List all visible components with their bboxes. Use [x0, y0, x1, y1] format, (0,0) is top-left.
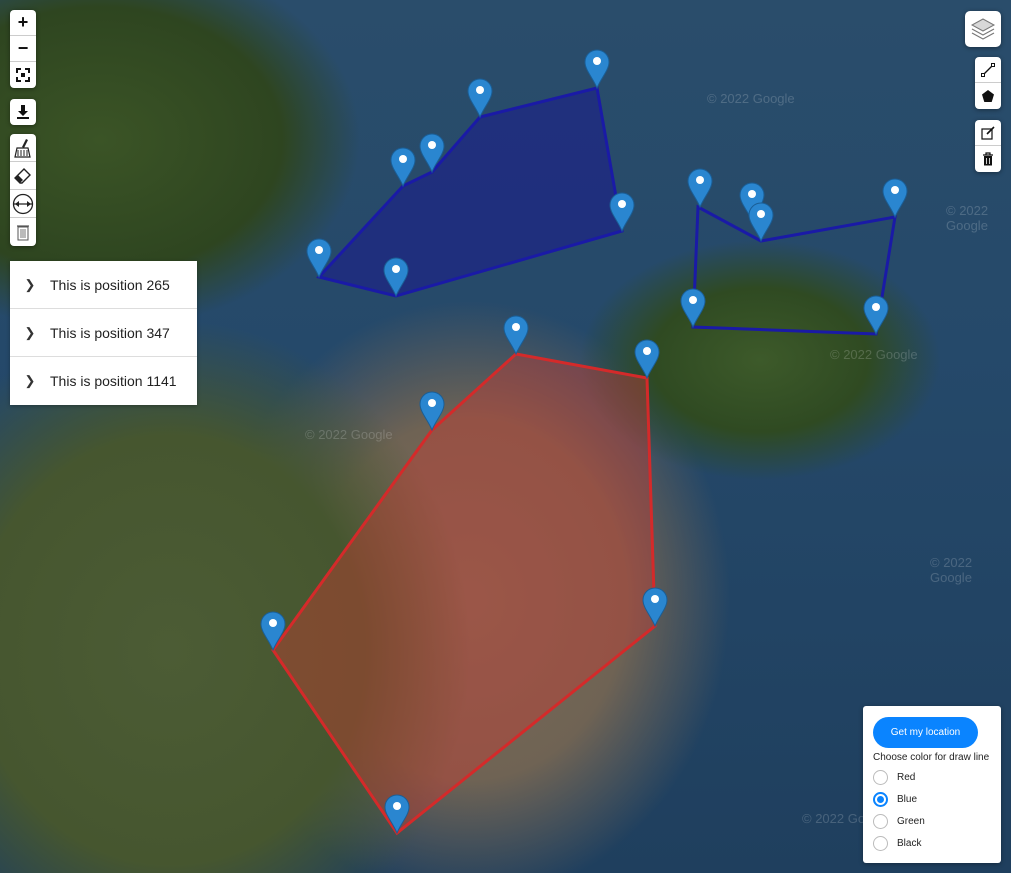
zoom-out-icon: −	[17, 38, 29, 58]
edit-layers-button[interactable]	[975, 120, 1001, 146]
delete-icon	[983, 152, 993, 166]
chevron-right-icon: ❯	[24, 373, 36, 388]
color-option-red[interactable]: Red	[873, 768, 915, 786]
download-control	[10, 99, 36, 125]
map-overlay	[260, 49, 908, 836]
position-item-347[interactable]: ❯ This is position 347	[10, 309, 197, 357]
position-label: This is position 347	[50, 324, 170, 341]
color-option-green[interactable]: Green	[873, 812, 925, 830]
zoom-in-icon: +	[17, 12, 29, 32]
map-marker-dot	[392, 265, 400, 273]
map-marker-dot	[269, 619, 277, 627]
map-marker-dot	[891, 186, 899, 194]
map-marker-dot	[872, 303, 880, 311]
map-marker[interactable]	[687, 168, 713, 209]
blue-polygon-east[interactable]	[691, 204, 897, 336]
draw-polygon-button[interactable]	[975, 83, 1001, 109]
draw-polyline-button[interactable]	[975, 57, 1001, 83]
color-option-label: Green	[897, 815, 925, 827]
map-marker-dot	[643, 347, 651, 355]
polygon-icon	[982, 90, 994, 102]
brush-button[interactable]	[10, 134, 36, 162]
positions-list: ❯ This is position 265 ❯ This is positio…	[10, 261, 197, 405]
trash-icon	[17, 225, 29, 241]
resize-icon	[12, 193, 34, 214]
map-marker[interactable]	[503, 315, 529, 356]
map-marker-dot	[428, 399, 436, 407]
satellite-map[interactable]: © 2022 Google © 2022 Google © 2022 Googl…	[0, 0, 1011, 873]
map-marker-dot	[476, 86, 484, 94]
fullscreen-icon	[16, 68, 30, 82]
map-marker-dot	[593, 57, 601, 65]
draw-tools	[10, 134, 36, 246]
radio-black[interactable]	[873, 835, 888, 851]
color-label: Choose color for draw line	[873, 752, 990, 763]
position-label: This is position 1141	[50, 373, 177, 389]
delete-layers-button[interactable]	[975, 146, 1001, 172]
shape-edit-tools	[975, 120, 1001, 172]
fullscreen-button[interactable]	[10, 62, 36, 88]
brush-icon	[14, 138, 31, 158]
position-item-1141[interactable]: ❯ This is position 1141	[10, 357, 197, 405]
map-marker-dot	[651, 595, 659, 603]
position-item-265[interactable]: ❯ This is position 265	[10, 261, 197, 309]
eraser-icon	[14, 167, 31, 184]
map-marker[interactable]	[584, 49, 610, 90]
map-marker-dot	[748, 190, 756, 198]
chevron-right-icon: ❯	[24, 276, 36, 292]
radio-green[interactable]	[873, 813, 888, 829]
zoom-in-button[interactable]: +	[10, 10, 36, 36]
polyline-icon	[981, 62, 995, 77]
clear-button[interactable]	[10, 218, 36, 246]
map-marker-dot	[689, 296, 697, 304]
map-marker-dot	[393, 802, 401, 810]
zoom-controls: + −	[10, 10, 36, 88]
map-marker-dot	[757, 210, 765, 218]
map-marker[interactable]	[863, 295, 889, 336]
layers-icon	[970, 18, 996, 40]
download-icon	[17, 105, 29, 119]
download-button[interactable]	[10, 99, 36, 125]
map-marker[interactable]	[467, 78, 493, 119]
color-option-label: Red	[897, 771, 916, 783]
shape-draw-tools	[975, 57, 1001, 109]
map-marker[interactable]	[680, 288, 706, 329]
map-marker-dot	[512, 323, 520, 331]
eraser-button[interactable]	[10, 162, 36, 190]
edit-icon	[981, 125, 995, 140]
color-option-label: Black	[897, 837, 922, 849]
radio-blue[interactable]	[873, 791, 888, 807]
blue-polygon-north[interactable]	[316, 86, 624, 298]
map-marker-dot	[315, 246, 323, 254]
map-marker-dot	[428, 141, 436, 149]
chevron-right-icon: ❯	[24, 324, 36, 340]
radio-red[interactable]	[873, 769, 888, 785]
red-polygon[interactable]	[271, 352, 657, 836]
map-marker[interactable]	[634, 339, 660, 380]
map-marker-dot	[696, 176, 704, 184]
layers-button[interactable]	[965, 11, 1001, 47]
map-marker[interactable]	[882, 178, 908, 219]
color-option-blue[interactable]: Blue	[873, 790, 917, 808]
get-location-button[interactable]: Get my location	[873, 717, 978, 748]
color-option-label: Blue	[897, 793, 918, 805]
zoom-out-button[interactable]: −	[10, 36, 36, 62]
position-label: This is position 265	[50, 276, 170, 293]
map-marker-dot	[618, 200, 626, 208]
map-marker-dot	[399, 155, 407, 163]
location-color-panel: Get my location Choose color for draw li…	[863, 706, 1001, 863]
color-option-black[interactable]: Black	[873, 834, 921, 852]
resize-button[interactable]	[10, 190, 36, 218]
